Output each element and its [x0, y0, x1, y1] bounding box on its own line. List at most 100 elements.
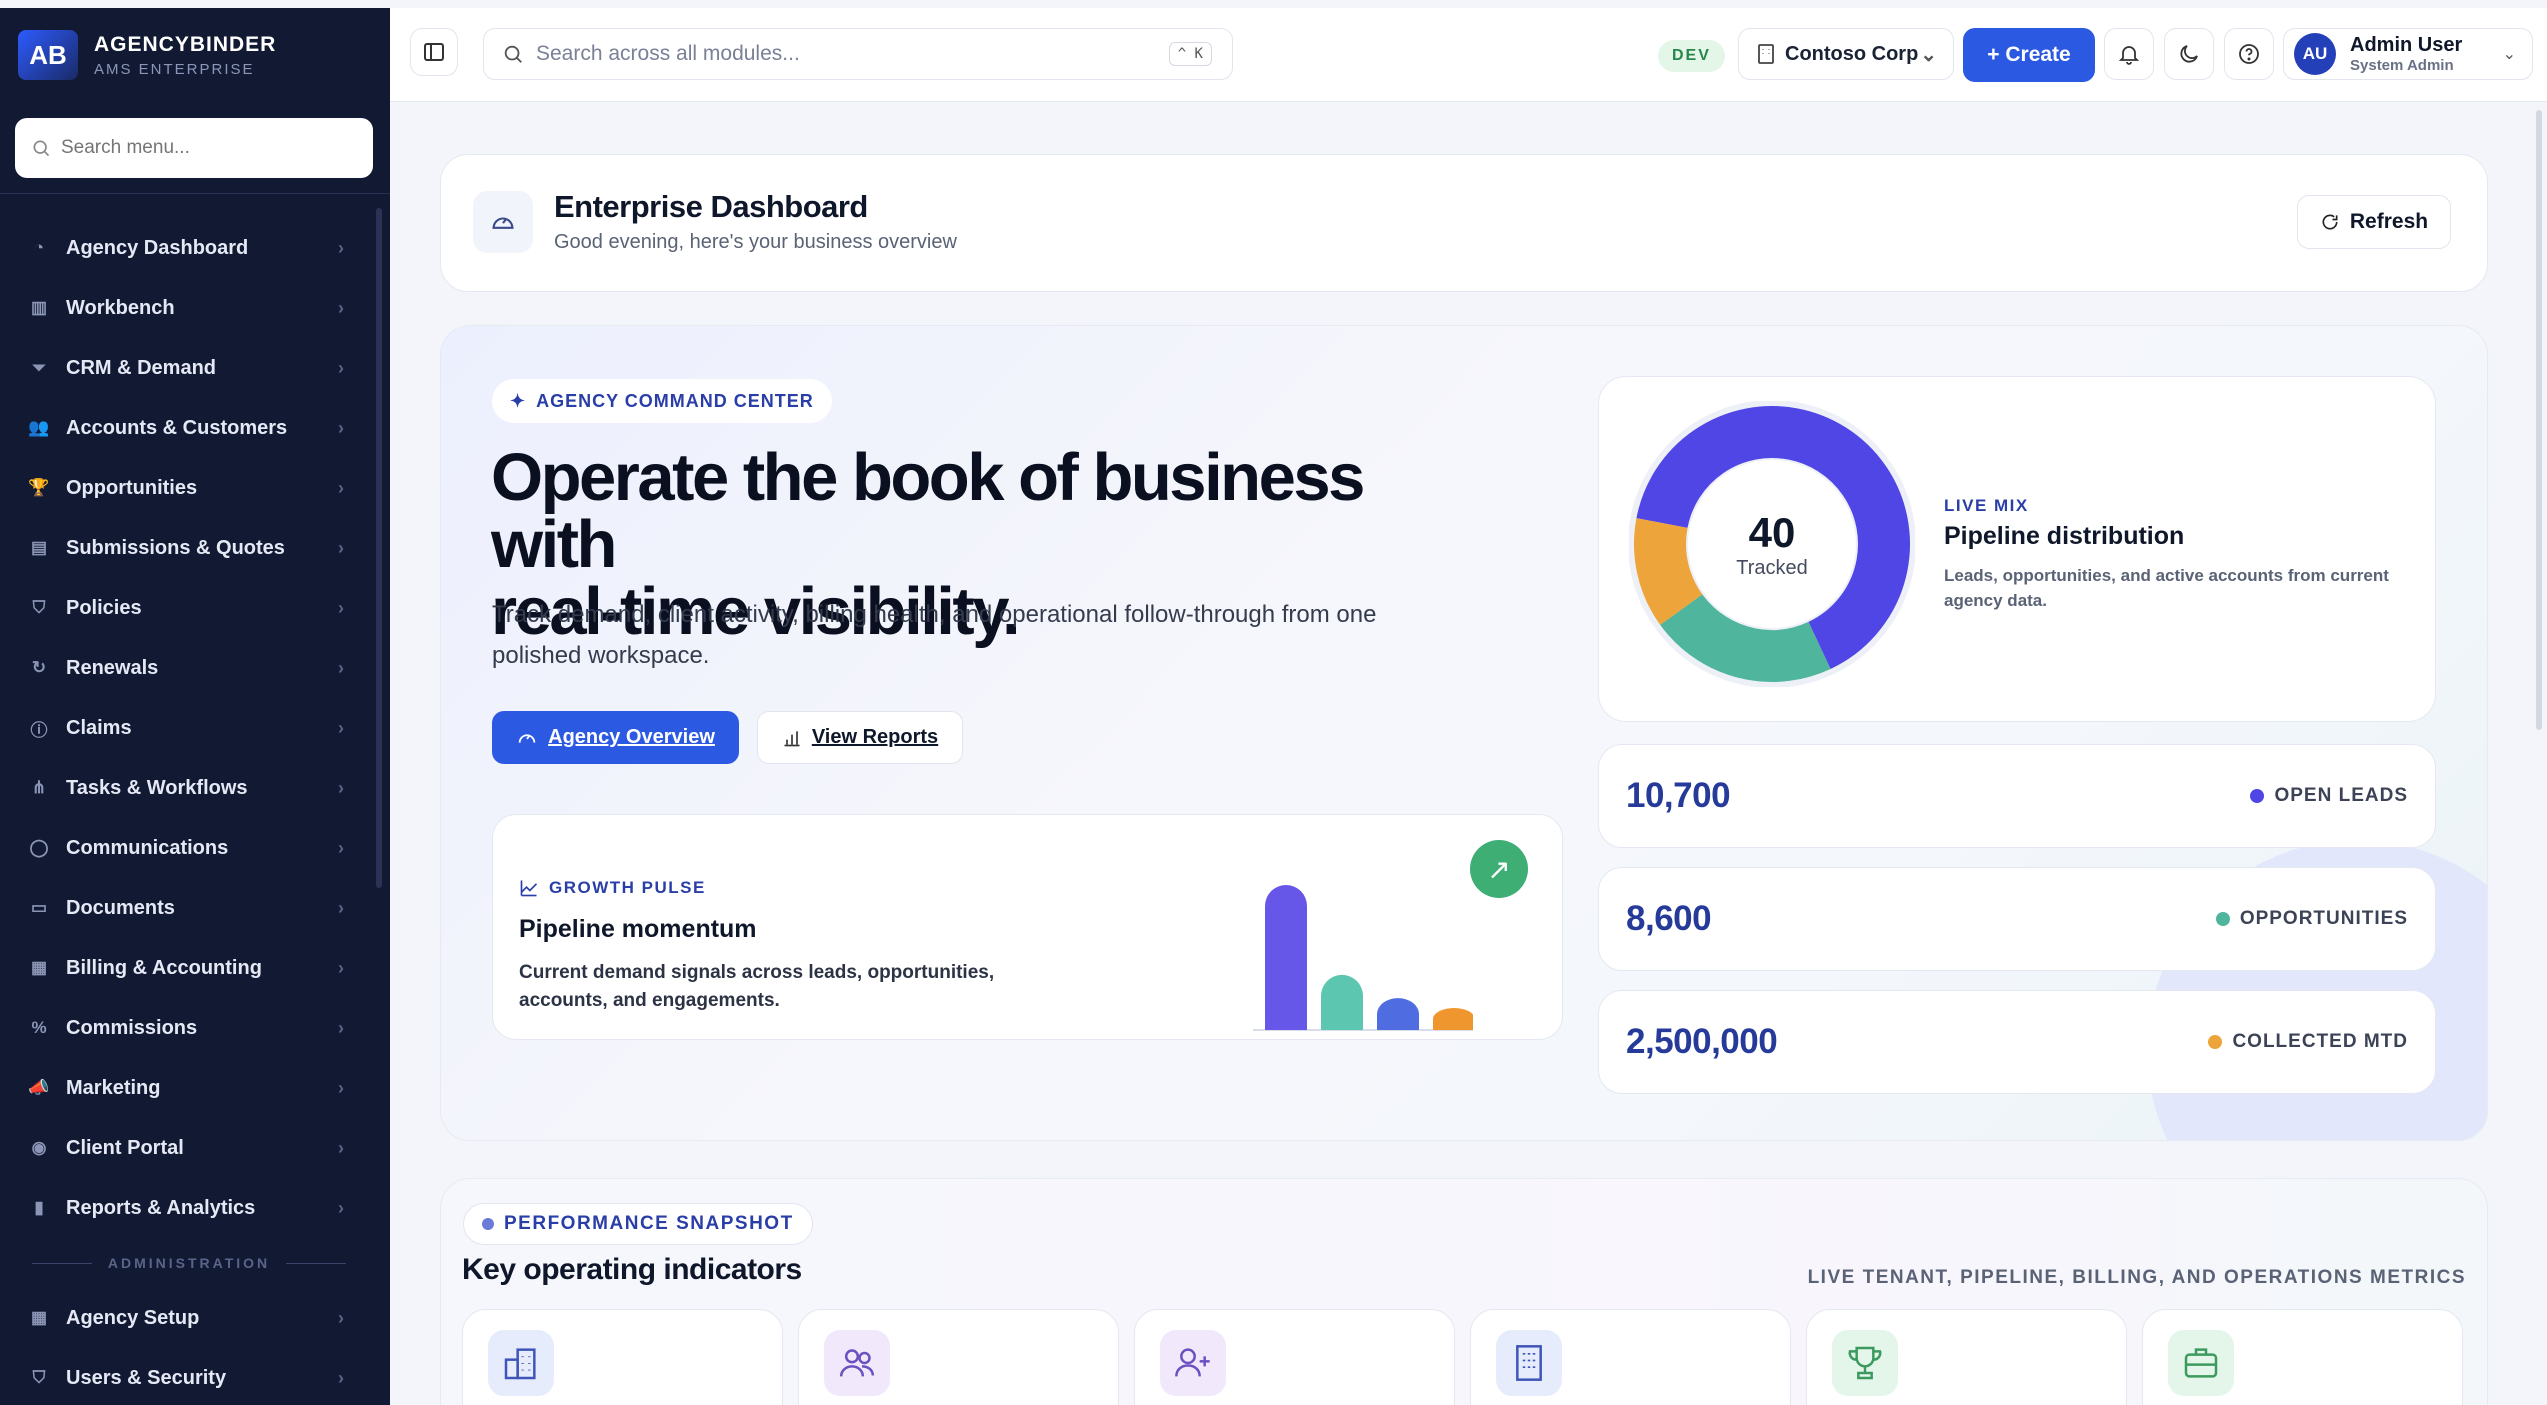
stat-opportunities[interactable]: 8,600 OPPORTUNITIES [1598, 867, 2436, 971]
search-icon [504, 45, 522, 63]
sidebar-item-client-portal[interactable]: ◉ Client Portal › [0, 1118, 378, 1178]
donut-total-label: Tracked [1736, 556, 1808, 579]
stat-label-text: COLLECTED MTD [2232, 1031, 2408, 1052]
chevron-right-icon: › [338, 537, 344, 558]
kpi-card[interactable] [1470, 1309, 1791, 1405]
sidebar-item-policies[interactable]: ⛉ Policies › [0, 578, 378, 638]
building-icon: ▦ [30, 1308, 48, 1327]
create-button[interactable]: + Create [1963, 28, 2095, 82]
chevron-right-icon: › [338, 597, 344, 618]
tenant-selector[interactable]: Contoso Corp ⌄ [1738, 28, 1954, 80]
user-menu[interactable]: AU Admin User System Admin ⌄ [2283, 28, 2533, 80]
sidebar-item-label: Accounts & Customers [66, 416, 288, 439]
chevron-right-icon: › [338, 957, 344, 978]
sidebar-item-accounts-customers[interactable]: 👥 Accounts & Customers › [0, 398, 378, 458]
sidebar-item-label: Claims [66, 716, 132, 739]
arrow-up-right-icon[interactable]: ↗ [1470, 840, 1528, 898]
kpi-card[interactable] [1806, 1309, 2127, 1405]
trophy-icon: 🏆 [28, 478, 50, 497]
brand[interactable]: AB AGENCYBINDER AMS ENTERPRISE [18, 30, 276, 80]
sidebar-item-billing-accounting[interactable]: ▦ Billing & Accounting › [0, 938, 378, 998]
topbar: Search across all modules... ^ K DEV Con… [390, 8, 2547, 102]
sidebar-item-workbench[interactable]: ▥ Workbench › [0, 278, 378, 338]
kpi-card[interactable] [798, 1309, 1119, 1405]
stat-dot [2215, 912, 2230, 926]
chevron-right-icon: › [338, 717, 344, 738]
sidebar-item-label: Policies [66, 596, 142, 619]
sidebar-item-label: Commissions [66, 1016, 198, 1039]
trophy-icon [1832, 1330, 1898, 1396]
sidebar-search-input[interactable] [61, 137, 351, 159]
gauge-icon: ◔ [33, 238, 45, 257]
gauge-icon [473, 191, 533, 253]
sidebar-item-opportunities[interactable]: 🏆 Opportunities › [0, 458, 378, 518]
agency-overview-label: Agency Overview [548, 726, 715, 748]
shortcut-hint: ^ K [1168, 42, 1212, 66]
growth-bar-base-0 [1265, 1010, 1307, 1030]
layout-icon: ▥ [30, 298, 48, 317]
shield-user-icon: ⛉ [32, 1368, 46, 1387]
performance-snapshot: PERFORMANCE SNAPSHOT Key operating indic… [440, 1178, 2488, 1405]
stat-label: OPPORTUNITIES [2215, 908, 2408, 930]
brand-logo: AB [18, 30, 78, 80]
funnel-icon: ⏷ [32, 358, 46, 377]
stat-open-leads[interactable]: 10,700 OPEN LEADS [1598, 744, 2436, 848]
chevron-right-icon: › [338, 297, 344, 318]
sidebar-item-label: Agency Setup [66, 1306, 200, 1329]
kpi-card[interactable] [2142, 1309, 2463, 1405]
global-search-placeholder: Search across all modules... [536, 42, 800, 65]
chevron-right-icon: › [338, 417, 344, 438]
page-scrollbar[interactable] [2536, 110, 2542, 730]
sidebar-item-documents[interactable]: ▭ Documents › [0, 878, 378, 938]
stat-collected-mtd[interactable]: 2,500,000 COLLECTED MTD [1598, 990, 2436, 1094]
sidebar-item-commissions[interactable]: % Commissions › [0, 998, 378, 1058]
refresh-button[interactable]: Refresh [2297, 195, 2451, 249]
user-role: System Admin [2350, 57, 2454, 74]
pill-label: AGENCY COMMAND CENTER [536, 390, 814, 411]
distribution-description: Leads, opportunities, and active account… [1944, 566, 2389, 610]
sidebar-menu: ◔ Agency Dashboard › ▥ Workbench › ⏷ CRM & Dema… [0, 218, 378, 1405]
chevron-right-icon: › [338, 1077, 344, 1098]
chevron-right-icon: › [338, 477, 344, 498]
sidebar-item-reports-analytics[interactable]: ▮ Reports & Analytics › [0, 1178, 378, 1238]
sidebar-item-submissions-quotes[interactable]: ▤ Submissions & Quotes › [0, 518, 378, 578]
sidebar-item-crm-demand[interactable]: ⏷ CRM & Demand › [0, 338, 378, 398]
growth-bar-chart [1253, 885, 1473, 1031]
notifications-button[interactable] [2104, 28, 2154, 80]
sidebar: AB AGENCYBINDER AMS ENTERPRISE ◔ Agency D… [0, 8, 390, 1405]
sidebar-search[interactable] [15, 118, 373, 178]
sparkle-icon: ✦ [510, 390, 527, 411]
sidebar-toggle-button[interactable] [410, 28, 458, 76]
help-button[interactable] [2224, 28, 2274, 80]
sidebar-item-agency-dashboard[interactable]: ◔ Agency Dashboard › [0, 218, 378, 278]
sidebar-item-users-security[interactable]: ⛉ Users & Security › [0, 1348, 378, 1405]
chevron-down-icon: ⌄ [2502, 46, 2516, 63]
sidebar-item-label: Opportunities [66, 476, 198, 499]
percent-icon: % [31, 1018, 47, 1037]
sidebar-item-marketing[interactable]: 📣 Marketing › [0, 1058, 378, 1118]
sidebar-item-agency-setup[interactable]: ▦ Agency Setup › [0, 1288, 378, 1348]
theme-toggle-button[interactable] [2164, 28, 2214, 80]
global-search[interactable]: Search across all modules... ^ K [483, 28, 1233, 80]
sidebar-item-communications[interactable]: ◯ Communications › [0, 818, 378, 878]
users-icon: 👥 [28, 418, 50, 437]
help-icon [2239, 44, 2259, 64]
kpi-card[interactable] [462, 1309, 783, 1405]
sidebar-item-claims[interactable]: ⓘ Claims › [0, 698, 378, 758]
view-reports-button[interactable]: View Reports [757, 711, 963, 764]
sidebar-item-tasks-workflows[interactable]: ⋔ Tasks & Workflows › [0, 758, 378, 818]
tenant-name: Contoso Corp [1785, 42, 1919, 65]
kpi-card[interactable] [1134, 1309, 1455, 1405]
stat-dot [2208, 1035, 2223, 1049]
agency-overview-button[interactable]: Agency Overview [492, 711, 739, 764]
donut-total: 40 [1748, 508, 1796, 556]
sidebar-item-label: CRM & Demand [66, 356, 217, 379]
sidebar-item-label: Client Portal [66, 1136, 184, 1159]
gauge-icon [518, 733, 536, 743]
sidebar-item-renewals[interactable]: ↻ Renewals › [0, 638, 378, 698]
refresh-icon [2322, 214, 2338, 230]
hero-headline-line1: Operate the book of business with [491, 440, 1365, 582]
sidebar-divider [0, 193, 390, 194]
command-center-pill: ✦ AGENCY COMMAND CENTER [492, 379, 832, 423]
folder-icon: ▭ [30, 898, 48, 917]
